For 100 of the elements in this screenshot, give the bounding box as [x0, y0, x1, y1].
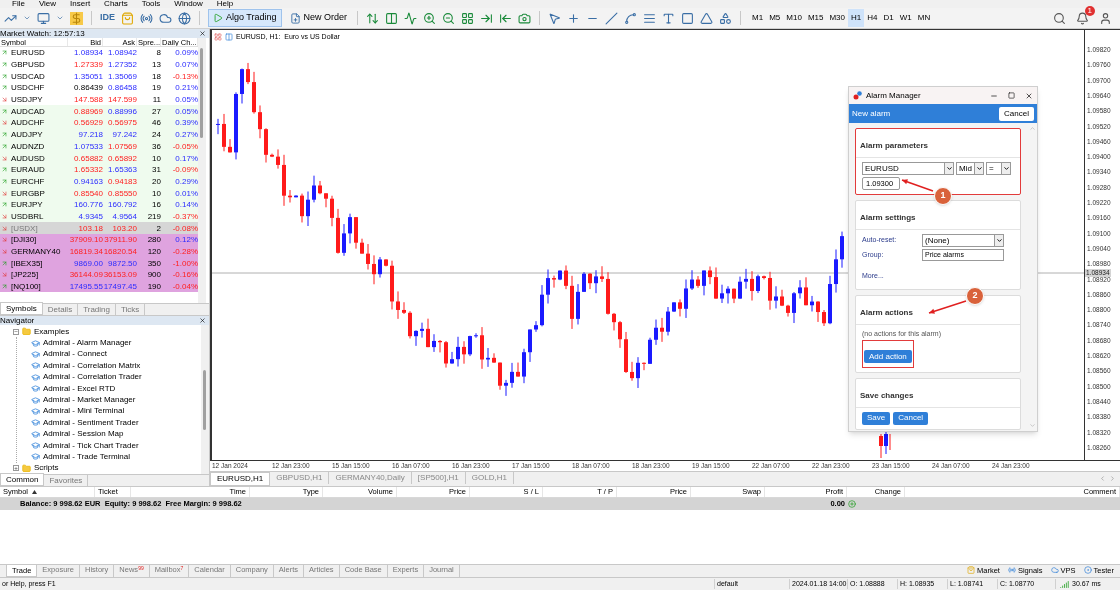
timeframe-button[interactable]: M30: [826, 9, 848, 27]
cancel-button[interactable]: Cancel: [999, 106, 1034, 121]
rectangle-icon[interactable]: [681, 11, 695, 25]
navigator-item[interactable]: Admiral - Trade Terminal: [43, 452, 130, 462]
menu-item[interactable]: Help: [216, 0, 234, 8]
navigator-item[interactable]: Admiral - Sentiment Trader: [43, 417, 139, 428]
symbol-row[interactable]: AUDCAD 0.88969 0.88996 27 0.05%: [0, 105, 198, 118]
spread-value: 8: [155, 47, 161, 59]
timeframe-button[interactable]: M1: [749, 9, 767, 27]
trend-line-icon[interactable]: [605, 11, 619, 25]
symbol-row[interactable]: [DJI30] 37909.10 37911.90 280 0.12%: [0, 234, 198, 246]
camera-icon[interactable]: [518, 11, 532, 25]
curve-icon[interactable]: [624, 11, 638, 25]
close-icon[interactable]: [199, 30, 206, 37]
panel-tab[interactable]: Trading: [78, 304, 116, 315]
navigator-item[interactable]: Admiral - Mini Terminal: [43, 406, 125, 417]
grid-icon[interactable]: [214, 32, 222, 41]
save-button[interactable]: Save: [862, 411, 891, 425]
cloud-icon[interactable]: [1050, 566, 1059, 575]
expander-icon[interactable]: [13, 328, 19, 335]
line-icon[interactable]: [404, 11, 418, 25]
shapes-icon[interactable]: [719, 11, 733, 25]
signal-icon[interactable]: [140, 11, 153, 25]
cloud-icon[interactable]: [159, 11, 172, 25]
scrollbar-thumb[interactable]: [200, 48, 203, 138]
timeframe-button[interactable]: M5: [766, 9, 784, 27]
ide-button[interactable]: IDE: [100, 11, 115, 25]
dropdown-icon[interactable]: [23, 14, 31, 22]
timeframe-button[interactable]: M10: [783, 9, 805, 27]
zoom-out-icon[interactable]: [442, 11, 456, 25]
panel-tab[interactable]: Details: [42, 304, 79, 315]
new-order-button[interactable]: New Order: [287, 9, 350, 27]
navigator-item[interactable]: Admiral - Tick Chart Trader: [43, 440, 139, 451]
signal-icon[interactable]: [1007, 566, 1016, 575]
target-icon[interactable]: [1083, 566, 1092, 575]
symbol-name: [DJI30]: [11, 234, 37, 246]
symbol-row[interactable]: [IBEX35] 9869.00 9872.50 350 -1.00%: [0, 257, 198, 270]
symbol-row[interactable]: [JP225] 36144.0936153.09 900 -0.16%: [0, 269, 198, 281]
candle: [684, 279, 688, 319]
timeframe-button[interactable]: D1: [880, 9, 897, 27]
price-type-select[interactable]: Mid: [956, 162, 984, 175]
symbol-row[interactable]: EURGBP 0.85540 0.85550 10 0.01%: [0, 187, 198, 199]
algo-trading-button[interactable]: Algo Trading: [208, 9, 282, 27]
timeframe-button[interactable]: W1: [896, 9, 915, 27]
maximize-icon[interactable]: [1008, 92, 1015, 99]
candle: [816, 300, 820, 323]
navigator-item[interactable]: Admiral - Excel RTD: [43, 383, 116, 394]
menu-item[interactable]: View: [38, 0, 57, 8]
navigator-item[interactable]: Admiral - Market Manager: [43, 395, 136, 406]
shift-icon[interactable]: [499, 11, 513, 25]
symbol-row[interactable]: AUDUSD 0.65882 0.65892 10 0.17%: [0, 152, 198, 164]
daily-change: -0.05%: [171, 140, 198, 152]
panel-tab[interactable]: Common: [0, 473, 45, 486]
symbol-select[interactable]: EURUSD: [862, 162, 954, 175]
close-icon[interactable]: [1025, 91, 1033, 100]
menu-item[interactable]: Insert: [70, 0, 91, 8]
navigator-item[interactable]: Admiral - Alarm Manager: [43, 338, 132, 349]
candle: [450, 351, 454, 365]
globe-icon[interactable]: [178, 11, 191, 25]
search-icon[interactable]: [1053, 11, 1066, 25]
panel-tab[interactable]: Ticks: [115, 304, 146, 315]
dropdown-icon[interactable]: [56, 14, 64, 22]
daily-change: -0.37%: [171, 210, 198, 222]
menu-item[interactable]: Window: [174, 0, 203, 8]
scroll-end-icon[interactable]: [480, 11, 494, 25]
dialog-header: New alarm: [852, 107, 891, 120]
add-action-button[interactable]: Add action: [864, 350, 912, 363]
symbol-row[interactable]: AUDCHF 0.56929 0.56975 46 0.39%: [0, 117, 198, 129]
zoom-in-icon[interactable]: [423, 11, 437, 25]
timeframe-button[interactable]: MN: [914, 9, 934, 27]
timeframe-button[interactable]: H1: [848, 9, 865, 27]
triangle-icon[interactable]: [700, 11, 714, 25]
auto-reset-select[interactable]: (None): [922, 234, 1004, 247]
timeframe-button[interactable]: M15: [804, 9, 827, 27]
text-icon[interactable]: [662, 11, 676, 25]
grid-icon[interactable]: [461, 11, 475, 25]
operator-select[interactable]: =: [986, 162, 1011, 175]
navigator-item[interactable]: Admiral - Session Map: [43, 429, 124, 440]
panel-tab[interactable]: Symbols: [0, 302, 43, 315]
dollar-icon[interactable]: [70, 11, 83, 25]
cursor-icon[interactable]: [548, 11, 562, 25]
navigator-item[interactable]: Scripts: [34, 463, 59, 474]
bell-icon[interactable]: [1076, 11, 1089, 25]
close-icon[interactable]: [199, 317, 206, 324]
menu-item[interactable]: File: [12, 0, 25, 8]
timeframe-button[interactable]: H4: [864, 9, 881, 27]
user-icon[interactable]: [1099, 11, 1112, 25]
navigator-item[interactable]: Examples: [34, 326, 70, 337]
menu-item[interactable]: Charts: [104, 0, 128, 8]
scrollbar-thumb[interactable]: [203, 370, 206, 430]
menu-item[interactable]: Tools: [141, 0, 161, 8]
navigator-item[interactable]: Admiral - Connect: [43, 349, 108, 360]
chart-tab[interactable]: EURUSD,H1: [210, 472, 271, 486]
candle: [792, 291, 796, 324]
navigator-item[interactable]: Admiral - Correlation Matrix: [43, 360, 141, 371]
monitor-icon[interactable]: [37, 11, 50, 25]
cancel-button[interactable]: Cancel: [893, 411, 929, 425]
navigator-item[interactable]: Admiral - Correlation Trader: [43, 372, 142, 383]
crosshair-icon[interactable]: [567, 11, 581, 25]
expander-icon[interactable]: [13, 465, 19, 472]
